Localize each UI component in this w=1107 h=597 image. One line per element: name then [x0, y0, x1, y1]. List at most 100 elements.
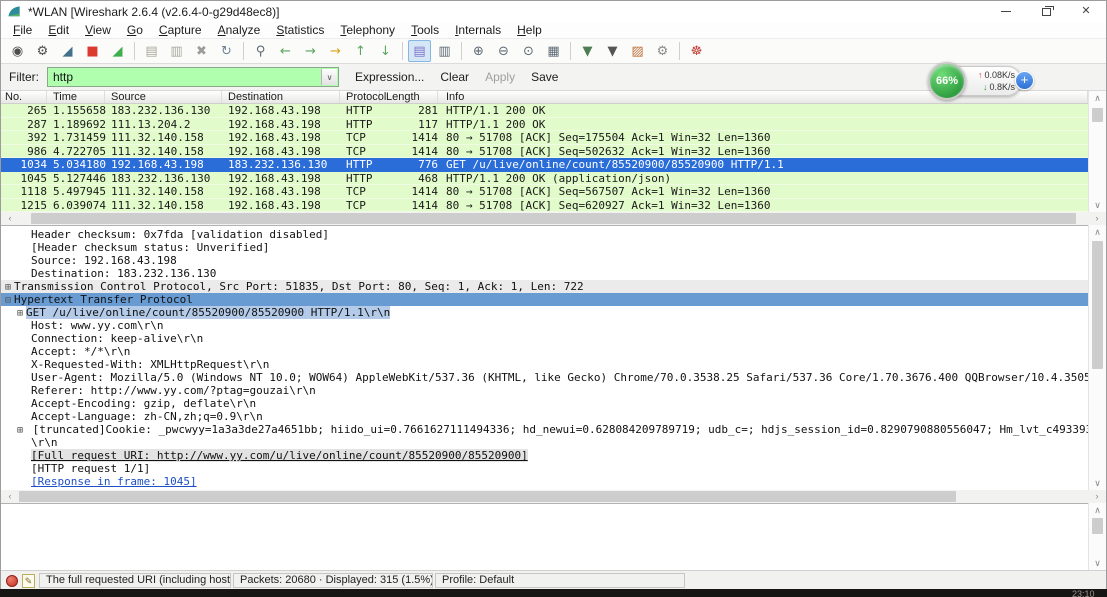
preferences-icon[interactable]: ⚙ [651, 40, 674, 62]
scroll-up-icon[interactable]: ∧ [1089, 503, 1106, 517]
packet-row[interactable]: 1215 6.039074 111.32.140.158 192.168.43.… [1, 198, 1088, 212]
menu-item[interactable]: Statistics [268, 22, 332, 38]
detail-line[interactable]: X-Requested-With: XMLHttpRequest\r\n [1, 358, 1088, 371]
stop-capture-icon[interactable]: ■ [81, 40, 104, 62]
detail-line[interactable]: Accept-Language: zh-CN,zh;q=0.9\r\n [1, 410, 1088, 423]
detail-line[interactable]: Connection: keep-alive\r\n [1, 332, 1088, 345]
expert-info-icon[interactable] [6, 575, 18, 587]
list-interfaces-icon[interactable]: ◉ [6, 40, 29, 62]
capture-filters-icon[interactable]: ▼ [576, 40, 599, 62]
column-header[interactable]: Length [380, 91, 438, 103]
clear-button[interactable]: Clear [440, 70, 469, 84]
detail-line[interactable]: [Response in frame: 1045] [1, 475, 1088, 488]
scroll-down-icon[interactable]: ∨ [1089, 198, 1106, 212]
packet-list-hscrollbar[interactable]: ‹ › [1, 212, 1106, 225]
zoom-out-icon[interactable]: ⊖ [492, 40, 515, 62]
packet-row[interactable]: 1034 5.034180 192.168.43.198 183.232.136… [1, 158, 1088, 172]
scrollbar-thumb[interactable] [19, 491, 956, 502]
details-scrollbar[interactable]: ∧ ∨ [1088, 225, 1106, 490]
colorize-packets-icon[interactable]: ▤ [408, 40, 431, 62]
help-icon[interactable]: ☸ [685, 40, 708, 62]
apply-button[interactable]: Apply [485, 70, 515, 84]
go-to-packet-icon[interactable]: → [324, 40, 347, 62]
detail-line[interactable]: [Full request URI: http://www.yy.com/u/l… [1, 449, 1088, 462]
coloring-rules-icon[interactable]: ▨ [626, 40, 649, 62]
go-forward-icon[interactable]: → [299, 40, 322, 62]
go-to-bottom-icon[interactable]: ↓ [374, 40, 397, 62]
menu-item[interactable]: File [5, 22, 40, 38]
restore-button[interactable] [1026, 1, 1066, 22]
packet-row[interactable]: 1118 5.497945 111.32.140.158 192.168.43.… [1, 185, 1088, 199]
expander-icon[interactable]: ⊞ [17, 307, 23, 320]
menu-item[interactable]: Telephony [332, 22, 403, 38]
detail-line[interactable]: Accept-Encoding: gzip, deflate\r\n [1, 397, 1088, 410]
save-capture-icon[interactable]: ▥ [165, 40, 188, 62]
reload-capture-icon[interactable]: ↻ [215, 40, 238, 62]
hex-row[interactable]: 000088 d5 0c e4 63 ed 3e 958f 5d ee 71 0… [1, 558, 1088, 571]
zoom-in-icon[interactable]: ⊕ [467, 40, 490, 62]
memory-percent-ball[interactable]: 66% [928, 62, 966, 100]
detail-line[interactable]: User-Agent: Mozilla/5.0 (Windows NT 10.0… [1, 371, 1088, 384]
expander-icon[interactable]: ⊟ [5, 294, 11, 307]
expander-icon[interactable]: ⊞ [17, 424, 23, 437]
minimize-button[interactable] [986, 1, 1026, 22]
scroll-down-icon[interactable]: ∨ [1089, 556, 1106, 570]
scroll-right-icon[interactable]: › [1090, 212, 1104, 225]
close-button[interactable]: ✕ [1066, 1, 1106, 22]
menu-item[interactable]: Help [509, 22, 550, 38]
detail-line[interactable]: ⊞ GET /u/live/online/count/85520900/85520… [1, 306, 1088, 319]
detail-line[interactable]: ⊟ Hypertext Transfer Protocol [1, 293, 1088, 306]
scroll-up-icon[interactable]: ∧ [1089, 225, 1106, 239]
restart-capture-icon[interactable]: ◢ [106, 40, 129, 62]
find-packet-icon[interactable]: ⚲ [249, 40, 272, 62]
details-hscrollbar[interactable]: ‹ › [1, 490, 1106, 503]
menu-item[interactable]: Capture [151, 22, 210, 38]
detail-line[interactable]: Destination: 183.232.136.130 [1, 267, 1088, 280]
detail-line[interactable]: Source: 192.168.43.198 [1, 254, 1088, 267]
start-capture-icon[interactable]: ◢ [56, 40, 79, 62]
packet-row[interactable]: 1045 5.127446 183.232.136.130 192.168.43… [1, 171, 1088, 185]
detail-line[interactable]: \r\n [1, 436, 1088, 449]
scrollbar-thumb[interactable] [1092, 108, 1103, 122]
scroll-left-icon[interactable]: ‹ [3, 490, 17, 503]
menu-item[interactable]: Analyze [210, 22, 269, 38]
packet-row[interactable]: 287 1.189692 111.13.204.2 192.168.43.198… [1, 117, 1088, 131]
save-button[interactable]: Save [531, 70, 558, 84]
packet-row[interactable]: 265 1.155658 183.232.136.130 192.168.43.… [1, 104, 1088, 118]
auto-scroll-icon[interactable]: ▥ [433, 40, 456, 62]
detail-line[interactable]: Accept: */*\r\n [1, 345, 1088, 358]
column-header[interactable]: Source [105, 91, 222, 103]
zoom-reset-icon[interactable]: ⊙ [517, 40, 540, 62]
packet-list-scrollbar[interactable]: ∧ ∨ [1088, 91, 1106, 212]
column-header[interactable]: Destination [222, 91, 340, 103]
display-filters-icon[interactable]: ▼ [601, 40, 624, 62]
profile-text[interactable]: Profile: Default [435, 573, 685, 588]
open-capture-icon[interactable]: ▤ [140, 40, 163, 62]
capture-comment-icon[interactable]: ✎ [22, 574, 35, 588]
close-capture-icon[interactable]: ✖ [190, 40, 213, 62]
scrollbar-thumb[interactable] [1092, 241, 1103, 369]
detail-line[interactable]: ⊞ [truncated]Cookie: _pwcwyy=1a3a3de27a4… [1, 423, 1088, 436]
go-back-icon[interactable]: ← [274, 40, 297, 62]
menu-item[interactable]: Edit [40, 22, 77, 38]
capture-options-icon[interactable]: ⚙ [31, 40, 54, 62]
expression-button[interactable]: Expression... [355, 70, 424, 84]
detail-line[interactable]: Header checksum: 0x7fda [validation disa… [1, 228, 1088, 241]
scroll-right-icon[interactable]: › [1090, 490, 1104, 503]
scroll-left-icon[interactable]: ‹ [3, 212, 17, 225]
scrollbar-thumb[interactable] [31, 213, 1076, 224]
column-header[interactable]: No. [1, 91, 47, 103]
filter-dropdown-arrow-icon[interactable]: ∨ [321, 69, 337, 85]
detail-line[interactable]: ⊞ Transmission Control Protocol, Src Port… [1, 280, 1088, 293]
go-to-top-icon[interactable]: ↑ [349, 40, 372, 62]
column-header[interactable]: Protocol [340, 91, 386, 103]
menu-item[interactable]: Tools [403, 22, 447, 38]
detail-line[interactable]: [HTTP request 1/1] [1, 462, 1088, 475]
hex-scrollbar[interactable]: ∧ ∨ [1088, 503, 1106, 570]
filter-input[interactable]: http ∨ [47, 67, 339, 87]
packet-row[interactable]: 392 1.731459 111.32.140.158 192.168.43.1… [1, 131, 1088, 145]
resize-columns-icon[interactable]: ▦ [542, 40, 565, 62]
detail-line[interactable]: Referer: http://www.yy.com/?ptag=gouzai\… [1, 384, 1088, 397]
menu-item[interactable]: View [77, 22, 119, 38]
column-header[interactable]: Time [47, 91, 105, 103]
